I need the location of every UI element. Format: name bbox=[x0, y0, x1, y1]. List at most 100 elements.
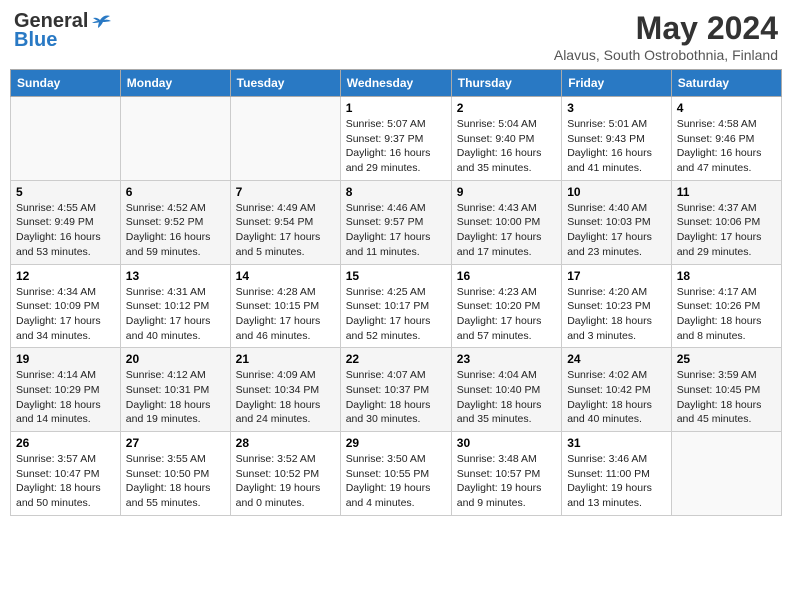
day-number: 15 bbox=[346, 269, 446, 283]
logo-text-blue: Blue bbox=[14, 29, 57, 52]
day-info: Sunrise: 4:40 AM Sunset: 10:03 PM Daylig… bbox=[567, 201, 666, 260]
day-cell bbox=[230, 97, 340, 181]
day-cell: 15 Sunrise: 4:25 AM Sunset: 10:17 PM Dayl… bbox=[340, 264, 451, 348]
day-info: Sunrise: 4:43 AM Sunset: 10:00 PM Daylig… bbox=[457, 201, 556, 260]
day-number: 24 bbox=[567, 352, 666, 366]
day-cell: 11 Sunrise: 4:37 AM Sunset: 10:06 PM Dayl… bbox=[671, 180, 781, 264]
day-number: 27 bbox=[126, 436, 225, 450]
day-info: Sunrise: 5:07 AM Sunset: 9:37 PM Dayligh… bbox=[346, 117, 446, 176]
day-number: 3 bbox=[567, 101, 666, 115]
weekday-header-row: SundayMondayTuesdayWednesdayThursdayFrid… bbox=[11, 70, 782, 97]
day-number: 12 bbox=[16, 269, 115, 283]
day-number: 18 bbox=[677, 269, 776, 283]
day-cell: 5Sunrise: 4:55 AM Sunset: 9:49 PM Daylig… bbox=[11, 180, 121, 264]
day-number: 13 bbox=[126, 269, 225, 283]
logo-bird-icon bbox=[90, 12, 112, 30]
week-row-4: 19 Sunrise: 4:14 AM Sunset: 10:29 PM Dayl… bbox=[11, 348, 782, 432]
day-number: 30 bbox=[457, 436, 556, 450]
day-cell: 6 Sunrise: 4:52 AM Sunset: 9:52 PM Daylig… bbox=[120, 180, 230, 264]
day-info: Sunrise: 4:14 AM Sunset: 10:29 PM Daylig… bbox=[16, 368, 115, 427]
day-number: 11 bbox=[677, 185, 776, 199]
day-number: 5 bbox=[16, 185, 115, 199]
day-info: Sunrise: 4:52 AM Sunset: 9:52 PM Dayligh… bbox=[126, 201, 225, 260]
day-cell: 21 Sunrise: 4:09 AM Sunset: 10:34 PM Dayl… bbox=[230, 348, 340, 432]
day-number: 7 bbox=[236, 185, 335, 199]
day-cell: 31 Sunrise: 3:46 AM Sunset: 11:00 PM Dayl… bbox=[562, 432, 672, 516]
title-block: May 2024 Alavus, South Ostrobothnia, Fin… bbox=[554, 10, 778, 63]
day-number: 22 bbox=[346, 352, 446, 366]
day-info: Sunrise: 4:20 AM Sunset: 10:23 PM Daylig… bbox=[567, 285, 666, 344]
day-number: 8 bbox=[346, 185, 446, 199]
logo: General Blue bbox=[14, 10, 112, 52]
day-number: 6 bbox=[126, 185, 225, 199]
day-cell: 26 Sunrise: 3:57 AM Sunset: 10:47 PM Dayl… bbox=[11, 432, 121, 516]
day-number: 14 bbox=[236, 269, 335, 283]
day-info: Sunrise: 4:17 AM Sunset: 10:26 PM Daylig… bbox=[677, 285, 776, 344]
day-cell: 2 Sunrise: 5:04 AM Sunset: 9:40 PM Daylig… bbox=[451, 97, 561, 181]
day-number: 23 bbox=[457, 352, 556, 366]
week-row-2: 5Sunrise: 4:55 AM Sunset: 9:49 PM Daylig… bbox=[11, 180, 782, 264]
day-cell: 27 Sunrise: 3:55 AM Sunset: 10:50 PM Dayl… bbox=[120, 432, 230, 516]
day-number: 26 bbox=[16, 436, 115, 450]
weekday-header-friday: Friday bbox=[562, 70, 672, 97]
day-info: Sunrise: 3:55 AM Sunset: 10:50 PM Daylig… bbox=[126, 452, 225, 511]
day-number: 25 bbox=[677, 352, 776, 366]
day-cell: 14 Sunrise: 4:28 AM Sunset: 10:15 PM Dayl… bbox=[230, 264, 340, 348]
day-info: Sunrise: 4:34 AM Sunset: 10:09 PM Daylig… bbox=[16, 285, 115, 344]
weekday-header-sunday: Sunday bbox=[11, 70, 121, 97]
day-number: 9 bbox=[457, 185, 556, 199]
day-cell: 7 Sunrise: 4:49 AM Sunset: 9:54 PM Daylig… bbox=[230, 180, 340, 264]
day-number: 2 bbox=[457, 101, 556, 115]
day-info: Sunrise: 4:25 AM Sunset: 10:17 PM Daylig… bbox=[346, 285, 446, 344]
day-info: Sunrise: 4:04 AM Sunset: 10:40 PM Daylig… bbox=[457, 368, 556, 427]
week-row-5: 26 Sunrise: 3:57 AM Sunset: 10:47 PM Dayl… bbox=[11, 432, 782, 516]
day-cell: 18 Sunrise: 4:17 AM Sunset: 10:26 PM Dayl… bbox=[671, 264, 781, 348]
day-cell: 29Sunrise: 3:50 AM Sunset: 10:55 PM Dayl… bbox=[340, 432, 451, 516]
day-info: Sunrise: 5:04 AM Sunset: 9:40 PM Dayligh… bbox=[457, 117, 556, 176]
day-cell bbox=[120, 97, 230, 181]
weekday-header-thursday: Thursday bbox=[451, 70, 561, 97]
day-cell: 24 Sunrise: 4:02 AM Sunset: 10:42 PM Dayl… bbox=[562, 348, 672, 432]
weekday-header-saturday: Saturday bbox=[671, 70, 781, 97]
day-info: Sunrise: 4:28 AM Sunset: 10:15 PM Daylig… bbox=[236, 285, 335, 344]
day-cell: 10 Sunrise: 4:40 AM Sunset: 10:03 PM Dayl… bbox=[562, 180, 672, 264]
day-number: 16 bbox=[457, 269, 556, 283]
day-info: Sunrise: 4:49 AM Sunset: 9:54 PM Dayligh… bbox=[236, 201, 335, 260]
day-info: Sunrise: 3:46 AM Sunset: 11:00 PM Daylig… bbox=[567, 452, 666, 511]
day-cell: 16Sunrise: 4:23 AM Sunset: 10:20 PM Dayl… bbox=[451, 264, 561, 348]
day-cell: 12 Sunrise: 4:34 AM Sunset: 10:09 PM Dayl… bbox=[11, 264, 121, 348]
location-title: Alavus, South Ostrobothnia, Finland bbox=[554, 47, 778, 63]
day-cell: 13 Sunrise: 4:31 AM Sunset: 10:12 PM Dayl… bbox=[120, 264, 230, 348]
day-cell: 20 Sunrise: 4:12 AM Sunset: 10:31 PM Dayl… bbox=[120, 348, 230, 432]
week-row-1: 1 Sunrise: 5:07 AM Sunset: 9:37 PM Daylig… bbox=[11, 97, 782, 181]
month-title: May 2024 bbox=[554, 10, 778, 47]
day-info: Sunrise: 3:57 AM Sunset: 10:47 PM Daylig… bbox=[16, 452, 115, 511]
day-info: Sunrise: 4:58 AM Sunset: 9:46 PM Dayligh… bbox=[677, 117, 776, 176]
day-info: Sunrise: 4:46 AM Sunset: 9:57 PM Dayligh… bbox=[346, 201, 446, 260]
day-cell: 30Sunrise: 3:48 AM Sunset: 10:57 PM Dayl… bbox=[451, 432, 561, 516]
day-cell: 4 Sunrise: 4:58 AM Sunset: 9:46 PM Daylig… bbox=[671, 97, 781, 181]
day-cell: 25 Sunrise: 3:59 AM Sunset: 10:45 PM Dayl… bbox=[671, 348, 781, 432]
day-number: 17 bbox=[567, 269, 666, 283]
day-info: Sunrise: 3:59 AM Sunset: 10:45 PM Daylig… bbox=[677, 368, 776, 427]
day-number: 10 bbox=[567, 185, 666, 199]
day-number: 31 bbox=[567, 436, 666, 450]
day-cell: 17 Sunrise: 4:20 AM Sunset: 10:23 PM Dayl… bbox=[562, 264, 672, 348]
day-cell: 9 Sunrise: 4:43 AM Sunset: 10:00 PM Dayli… bbox=[451, 180, 561, 264]
weekday-header-monday: Monday bbox=[120, 70, 230, 97]
weekday-header-wednesday: Wednesday bbox=[340, 70, 451, 97]
day-number: 29 bbox=[346, 436, 446, 450]
day-info: Sunrise: 4:02 AM Sunset: 10:42 PM Daylig… bbox=[567, 368, 666, 427]
day-number: 21 bbox=[236, 352, 335, 366]
day-info: Sunrise: 4:12 AM Sunset: 10:31 PM Daylig… bbox=[126, 368, 225, 427]
calendar-table: SundayMondayTuesdayWednesdayThursdayFrid… bbox=[10, 69, 782, 516]
day-number: 20 bbox=[126, 352, 225, 366]
day-number: 19 bbox=[16, 352, 115, 366]
day-number: 4 bbox=[677, 101, 776, 115]
day-cell: 23 Sunrise: 4:04 AM Sunset: 10:40 PM Dayl… bbox=[451, 348, 561, 432]
weekday-header-tuesday: Tuesday bbox=[230, 70, 340, 97]
day-info: Sunrise: 4:37 AM Sunset: 10:06 PM Daylig… bbox=[677, 201, 776, 260]
day-number: 1 bbox=[346, 101, 446, 115]
day-info: Sunrise: 4:09 AM Sunset: 10:34 PM Daylig… bbox=[236, 368, 335, 427]
day-info: Sunrise: 4:31 AM Sunset: 10:12 PM Daylig… bbox=[126, 285, 225, 344]
